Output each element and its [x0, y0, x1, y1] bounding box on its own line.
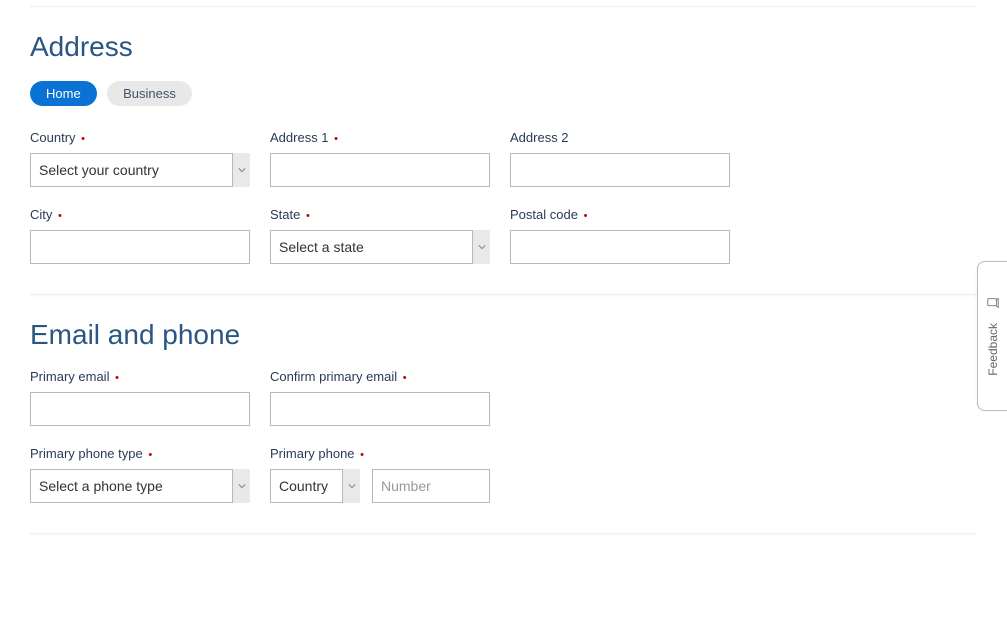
emailphone-section-title: Email and phone — [30, 319, 977, 351]
required-dot: • — [403, 372, 407, 384]
phone-type-select[interactable]: Select a phone type — [30, 469, 250, 503]
address1-input[interactable] — [270, 153, 490, 187]
phone-number-input[interactable] — [372, 469, 490, 503]
city-group: City • — [30, 207, 250, 264]
state-group: State • Select a state — [270, 207, 490, 264]
city-input[interactable] — [30, 230, 250, 264]
address2-label: Address 2 — [510, 130, 730, 145]
state-label: State • — [270, 207, 490, 222]
phone-country-select[interactable]: Country — [270, 469, 360, 503]
address2-group: Address 2 — [510, 130, 730, 187]
postal-label: Postal code • — [510, 207, 730, 222]
section-divider — [30, 294, 977, 295]
primary-phone-group: Primary phone • Country — [270, 446, 490, 503]
phone-type-group: Primary phone type • Select a phone type — [30, 446, 250, 503]
address-type-toggle: Home Business — [30, 81, 977, 106]
required-dot: • — [115, 372, 119, 384]
top-divider — [30, 6, 977, 7]
primary-email-group: Primary email • — [30, 369, 250, 426]
country-label: Country • — [30, 130, 250, 145]
feedback-tab[interactable]: Feedback — [977, 261, 1007, 411]
primary-phone-label: Primary phone • — [270, 446, 490, 461]
confirm-email-label: Confirm primary email • — [270, 369, 490, 384]
feedback-label: Feedback — [986, 323, 1000, 376]
state-select[interactable]: Select a state — [270, 230, 490, 264]
home-tab[interactable]: Home — [30, 81, 97, 106]
required-dot: • — [584, 210, 588, 222]
confirm-email-input[interactable] — [270, 392, 490, 426]
required-dot: • — [306, 210, 310, 222]
required-dot: • — [58, 210, 62, 222]
business-tab[interactable]: Business — [107, 81, 192, 106]
city-label: City • — [30, 207, 250, 222]
address1-group: Address 1 • — [270, 130, 490, 187]
postal-input[interactable] — [510, 230, 730, 264]
address1-label: Address 1 • — [270, 130, 490, 145]
required-dot: • — [334, 133, 338, 145]
address-section-title: Address — [30, 31, 977, 63]
confirm-email-group: Confirm primary email • — [270, 369, 490, 426]
required-dot: • — [148, 449, 152, 461]
address2-input[interactable] — [510, 153, 730, 187]
primary-email-label: Primary email • — [30, 369, 250, 384]
required-dot: • — [360, 449, 364, 461]
country-group: Country • Select your country — [30, 130, 250, 187]
country-select[interactable]: Select your country — [30, 153, 250, 187]
feedback-icon — [986, 296, 1000, 315]
postal-group: Postal code • — [510, 207, 730, 264]
required-dot: • — [81, 133, 85, 145]
phone-type-label: Primary phone type • — [30, 446, 250, 461]
primary-email-input[interactable] — [30, 392, 250, 426]
section-divider-bottom — [30, 533, 977, 534]
